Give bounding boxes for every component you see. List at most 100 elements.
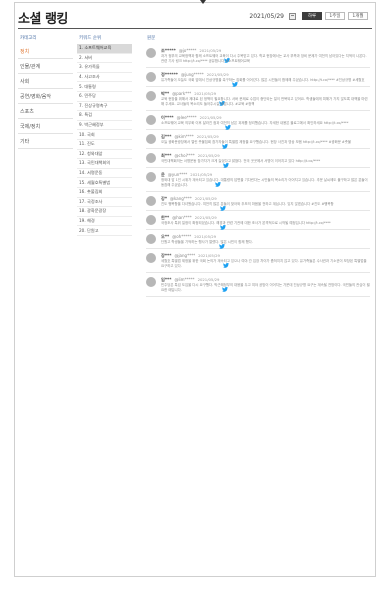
twitter-bird-icon <box>222 277 229 292</box>
post-handle[interactable]: @park*** <box>172 91 191 96</box>
post-handle[interactable]: @kang**** <box>170 196 192 201</box>
post-username[interactable]: 정****** <box>161 72 178 78</box>
keyword-item[interactable]: 12. 청와대앞 <box>77 150 132 160</box>
post-handle[interactable]: @jung***** <box>181 72 204 77</box>
post-username[interactable]: 김*** <box>161 134 171 140</box>
post-header: 이**** @lee***** 2021/05/29 <box>161 114 370 130</box>
category-item[interactable]: 기타 <box>18 134 73 149</box>
post-item[interactable]: 최*** @choi**** 2021/05/29 국민대책회의는 서명운동 참가자가… <box>146 149 370 168</box>
keyword-item[interactable]: 9. 박근혜정부 <box>77 121 132 131</box>
avatar[interactable] <box>146 277 156 287</box>
twitter-bird-icon <box>224 48 231 63</box>
post-item[interactable]: 오** @oh***** 2021/05/29 단원고 학생들을 기억하는 행사가 열… <box>146 230 370 249</box>
keyword-item[interactable]: 15. 세월호특별법 <box>77 178 132 188</box>
keyword-item[interactable]: 7. 진상규명촉구 <box>77 102 132 112</box>
post-username[interactable]: 임*** <box>161 277 171 283</box>
keyword-item[interactable]: 20. 단원고 <box>77 226 132 236</box>
post-item[interactable]: 정****** @jung***** 2021/05/29 유가족들이 오늘도 국회 … <box>146 68 370 87</box>
post-username[interactable]: 오** <box>161 234 169 240</box>
post-text: 소프트웨어 교육 의무화 이후 달라진 점과 여전히 남은 과제를 정리했습니다… <box>161 121 349 125</box>
post-username[interactable]: 최*** <box>161 153 171 159</box>
category-item[interactable]: 인물/관계 <box>18 59 73 74</box>
post-handle[interactable]: @jang**** <box>174 253 195 258</box>
avatar[interactable] <box>146 72 156 82</box>
post-item[interactable]: 조***** @jo***** 2021/05/29 과거 정부의 교육정책과 함께 … <box>146 44 370 68</box>
post-username[interactable]: 조***** <box>161 48 176 54</box>
keyword-item[interactable]: 4. 사고조사 <box>77 73 132 83</box>
post-body: 이**** @lee***** 2021/05/29 소프트웨어 교육 의무화 이후 … <box>161 114 370 130</box>
header-divider <box>18 28 372 29</box>
avatar[interactable] <box>146 91 156 101</box>
post-handle[interactable]: @han**** <box>172 215 192 220</box>
category-item[interactable]: 공연/영화/음악 <box>18 89 73 104</box>
category-item[interactable]: 스포츠 <box>18 104 73 119</box>
post-handle[interactable]: @yun**** <box>168 172 187 177</box>
post-username[interactable]: 장*** <box>161 253 171 259</box>
post-body: 윤 @yun**** 2021/05/29 청와대 앞 1인 시위가 계속되고 있습니… <box>161 171 370 188</box>
avatar[interactable] <box>146 115 156 125</box>
avatar[interactable] <box>146 134 156 144</box>
keyword-item[interactable]: 19. 해경 <box>77 217 132 227</box>
calendar-icon[interactable] <box>289 12 296 20</box>
twitter-bird-icon <box>219 91 226 106</box>
keyword-item[interactable]: 5. 대통령 <box>77 82 132 92</box>
post-body: 조***** @jo***** 2021/05/29 과거 정부의 교육정책과 함께 … <box>161 47 370 64</box>
post-handle[interactable]: @lee***** <box>177 115 197 120</box>
post-item[interactable]: 김*** @kim**** 2021/05/29 오늘 광화문광장에서 열린 촛불집회… <box>146 130 370 149</box>
post-username[interactable]: 윤 <box>161 172 165 178</box>
post-item[interactable]: 장*** @jang**** 2021/05/29 세월호 특별법 제정을 위한 국회… <box>146 249 370 273</box>
keyword-item[interactable]: 10. 국회 <box>77 130 132 140</box>
post-handle[interactable]: @jo***** <box>179 48 197 53</box>
keyword-item[interactable]: 2. 서버 <box>77 54 132 64</box>
avatar[interactable] <box>146 234 156 244</box>
caret-down-icon <box>200 0 206 4</box>
period-week-button[interactable]: 1주일 <box>325 12 345 20</box>
post-item[interactable]: 박** @park*** 2021/05/29 교육 현장을 위해서 제대로 된 정책… <box>146 87 370 111</box>
post-item[interactable]: 윤 @yun**** 2021/05/29 청와대 앞 1인 시위가 계속되고 있습니… <box>146 168 370 192</box>
period-day-button[interactable]: 하루 <box>302 12 322 20</box>
avatar[interactable] <box>146 172 156 182</box>
page-title: 소셜 랭킹 <box>18 12 68 27</box>
keyword-item[interactable]: 1. 소프트웨어교육 <box>77 44 132 54</box>
post-item[interactable]: 강* @kang**** 2021/05/29 진도 팽목항을 다녀왔습니다. 여전히… <box>146 192 370 211</box>
keyword-item[interactable]: 11. 진도 <box>77 140 132 150</box>
post-item[interactable]: 이**** @lee***** 2021/05/29 소프트웨어 교육 의무화 이후 … <box>146 111 370 130</box>
post-username[interactable]: 한** <box>161 215 169 221</box>
post-item[interactable]: 임*** @lim***** 2021/05/29 민주당은 특검 도입을 다시 요구… <box>146 273 370 297</box>
category-item[interactable]: 사회 <box>18 74 73 89</box>
keyword-item[interactable]: 3. 유가족들 <box>77 63 132 73</box>
post-item[interactable]: 한** @han**** 2021/05/29 국정조사 특위 일정이 확정되었습니다… <box>146 211 370 230</box>
post-text: 국민대책회의는 서명운동 참가자가 크게 늘었다고 밝혔다. 전국 곳곳에서 서… <box>161 159 321 163</box>
post-header: 조***** @jo***** 2021/05/29 <box>161 47 370 63</box>
keyword-item[interactable]: 8. 특검 <box>77 111 132 121</box>
keyword-item[interactable]: 14. 서명운동 <box>77 169 132 179</box>
post-username[interactable]: 강* <box>161 196 167 202</box>
avatar[interactable] <box>146 253 156 263</box>
post-header: 최*** @choi**** 2021/05/29 <box>161 152 370 168</box>
avatar[interactable] <box>146 153 156 163</box>
avatar[interactable] <box>146 196 156 206</box>
category-item[interactable]: 국제/정치 <box>18 119 73 134</box>
twitter-bird-icon <box>221 134 228 149</box>
post-body: 박** @park*** 2021/05/29 교육 현장을 위해서 제대로 된 정책… <box>161 90 370 107</box>
keyword-item[interactable]: 16. 촛불집회 <box>77 188 132 198</box>
avatar[interactable] <box>146 215 156 225</box>
keyword-item[interactable]: 18. 광화문광장 <box>77 207 132 217</box>
period-month-button[interactable]: 1개월 <box>348 12 368 20</box>
post-time: 2021/05/29 <box>194 215 217 220</box>
post-handle[interactable]: @oh***** <box>172 234 191 239</box>
post-body: 김*** @kim**** 2021/05/29 오늘 광화문광장에서 열린 촛불집회… <box>161 133 370 149</box>
keyword-item[interactable]: 6. 민주당 <box>77 92 132 102</box>
category-item[interactable]: 정치 <box>18 44 73 59</box>
date-display: 2021/05/29 <box>249 12 284 20</box>
keyword-item[interactable]: 17. 국정조사 <box>77 198 132 208</box>
post-handle[interactable]: @choi**** <box>174 153 194 158</box>
post-username[interactable]: 박** <box>161 91 169 97</box>
post-username[interactable]: 이**** <box>161 115 174 121</box>
post-text: 유가족들이 오늘도 국회 앞에서 진상규명을 촉구하는 집회를 이어갔다. 많은… <box>161 78 365 82</box>
avatar[interactable] <box>146 48 156 58</box>
post-time: 2021/05/29 <box>199 48 222 53</box>
post-handle[interactable]: @kim**** <box>174 134 193 139</box>
post-handle[interactable]: @lim***** <box>174 277 194 282</box>
keyword-item[interactable]: 13. 국민대책회의 <box>77 159 132 169</box>
